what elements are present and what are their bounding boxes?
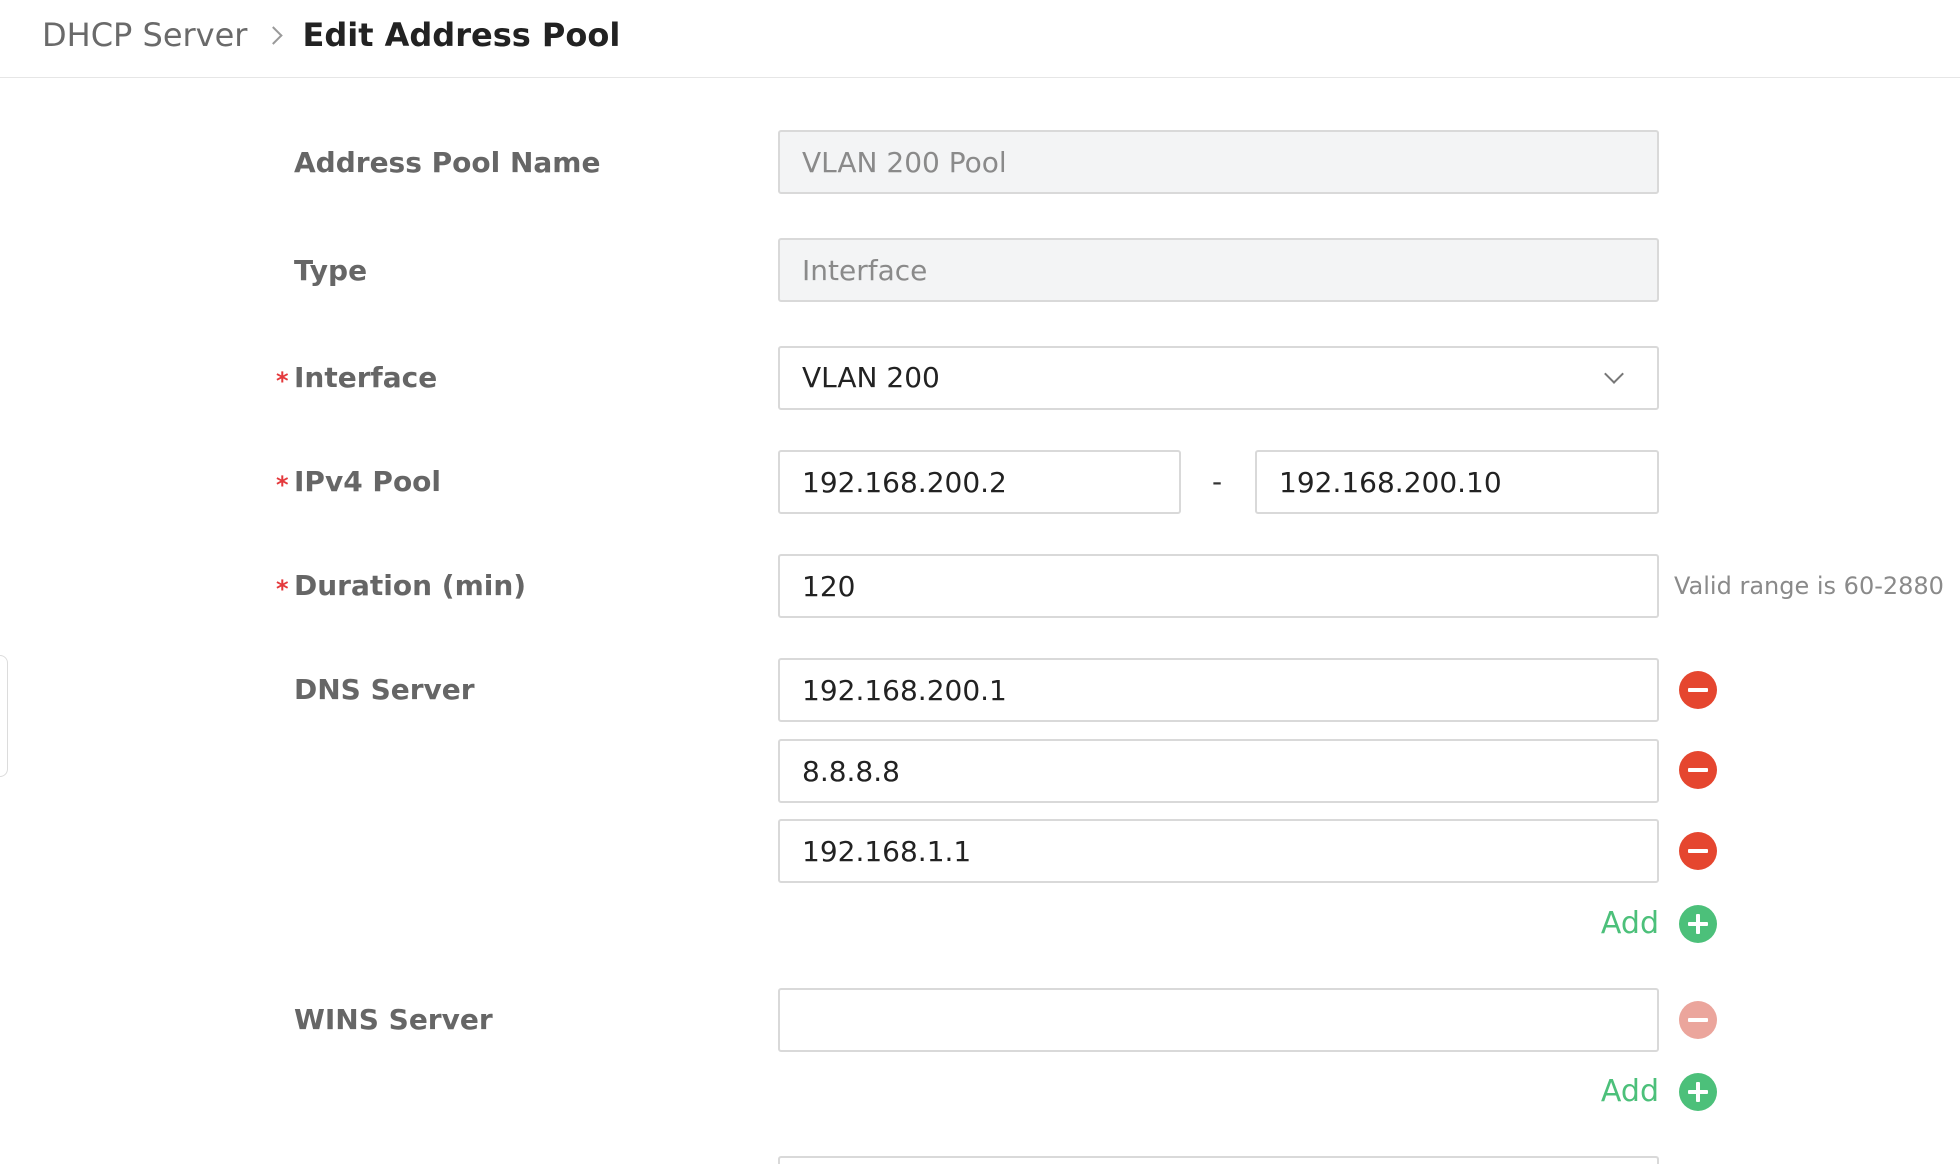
duration-input[interactable]: [778, 554, 1659, 618]
chevron-right-icon: [264, 25, 284, 45]
minus-circle-icon: [1688, 768, 1708, 772]
ipv4-pool-start-input[interactable]: [778, 450, 1181, 514]
remove-wins-server-button: [1679, 1001, 1717, 1039]
add-wins-server-link[interactable]: Add: [1601, 1072, 1659, 1112]
duration-hint: Valid range is 60-2880: [1674, 572, 1944, 600]
minus-circle-icon: [1688, 849, 1708, 853]
dns-server-label: DNS Server: [294, 673, 475, 706]
remove-dns-server-button-1[interactable]: [1679, 671, 1717, 709]
interface-select[interactable]: VLAN 200: [778, 346, 1659, 410]
type-label: Type: [294, 254, 368, 287]
type-input: [778, 238, 1659, 302]
remove-dns-server-button-3[interactable]: [1679, 832, 1717, 870]
breadcrumb-parent-link[interactable]: DHCP Server: [42, 16, 247, 54]
interface-select-value: VLAN 200: [802, 361, 940, 394]
dns-server-input-3[interactable]: [778, 819, 1659, 883]
ipv4-pool-end-input[interactable]: [1255, 450, 1659, 514]
ipv4-pool-separator: -: [1212, 465, 1223, 498]
required-marker: *: [276, 575, 289, 603]
ipv4-pool-label: IPv4 Pool: [294, 465, 442, 498]
required-marker: *: [276, 367, 289, 395]
wins-server-label: WINS Server: [294, 1003, 493, 1036]
add-wins-server-button[interactable]: [1679, 1073, 1717, 1111]
breadcrumb: DHCP Server Edit Address Pool: [42, 12, 620, 58]
add-dns-server-button[interactable]: [1679, 905, 1717, 943]
page-title: Edit Address Pool: [302, 16, 621, 54]
pool-name-label: Address Pool Name: [294, 146, 601, 179]
minus-circle-icon: [1688, 688, 1708, 692]
dns-server-input-2[interactable]: [778, 739, 1659, 803]
next-field-input[interactable]: [778, 1156, 1659, 1164]
page-header: DHCP Server Edit Address Pool: [0, 0, 1960, 78]
wins-server-input-1[interactable]: [778, 988, 1659, 1052]
pool-name-input: [778, 130, 1659, 194]
add-dns-server-link[interactable]: Add: [1601, 904, 1659, 944]
required-marker: *: [276, 471, 289, 499]
interface-label: Interface: [294, 361, 438, 394]
minus-circle-icon: [1688, 1018, 1708, 1022]
dns-server-input-1[interactable]: [778, 658, 1659, 722]
duration-label: Duration (min): [294, 569, 527, 602]
remove-dns-server-button-2[interactable]: [1679, 751, 1717, 789]
edit-address-pool-page: DHCP Server Edit Address Pool Address Po…: [0, 0, 1960, 1164]
side-panel-tab[interactable]: [0, 655, 8, 777]
